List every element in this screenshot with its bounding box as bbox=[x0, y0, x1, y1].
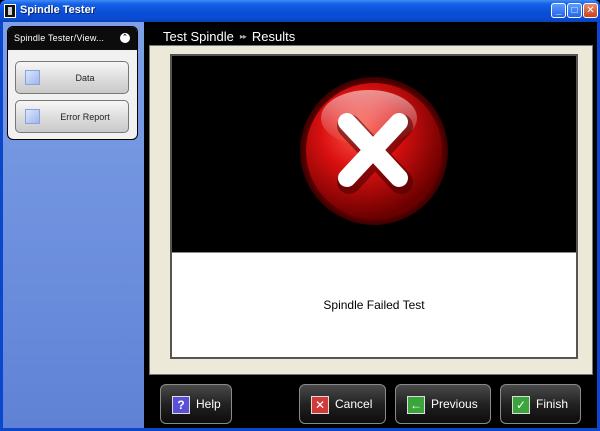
result-status-text: Spindle Failed Test bbox=[172, 252, 576, 357]
error-report-icon bbox=[25, 109, 40, 124]
result-box: Spindle Failed Test bbox=[170, 54, 578, 359]
cancel-button[interactable]: ✕ Cancel bbox=[299, 384, 386, 424]
finish-button[interactable]: ✓ Finish bbox=[500, 384, 581, 424]
maximize-button[interactable]: □ bbox=[567, 3, 582, 18]
window-title: Spindle Tester bbox=[20, 4, 95, 16]
sidebar-item-error-report[interactable]: Error Report bbox=[15, 100, 129, 133]
breadcrumb: Test Spindle ▸▸ Results bbox=[163, 26, 295, 46]
result-image bbox=[172, 56, 576, 252]
sidebar: Spindle Tester/View... ⌃ Data Error Repo… bbox=[3, 22, 144, 428]
cancel-icon: ✕ bbox=[311, 396, 329, 414]
sidebar-item-data[interactable]: Data bbox=[15, 61, 129, 94]
window-frame: Spindle Tester/View... ⌃ Data Error Repo… bbox=[0, 22, 600, 431]
breadcrumb-separator-icon: ▸▸ bbox=[239, 31, 247, 41]
nav-panel-title: Spindle Tester/View... bbox=[14, 33, 105, 43]
breadcrumb-item-test-spindle: Test Spindle bbox=[163, 28, 234, 44]
data-icon bbox=[25, 70, 40, 85]
help-icon: ? bbox=[172, 396, 190, 414]
close-button[interactable]: ✕ bbox=[583, 3, 598, 18]
title-bar: Spindle Tester _ □ ✕ bbox=[0, 0, 600, 22]
app-icon bbox=[4, 4, 16, 18]
nav-panel: Spindle Tester/View... ⌃ Data Error Repo… bbox=[7, 26, 138, 140]
content-panel: Spindle Failed Test bbox=[149, 45, 593, 375]
cancel-label: Cancel bbox=[335, 397, 373, 411]
previous-button[interactable]: ← Previous bbox=[395, 384, 491, 424]
collapse-icon[interactable]: ⌃ bbox=[120, 33, 130, 43]
checkmark-icon: ✓ bbox=[512, 396, 530, 414]
breadcrumb-item-results: Results bbox=[251, 28, 296, 44]
window-client: Spindle Tester/View... ⌃ Data Error Repo… bbox=[3, 22, 597, 428]
finish-label: Finish bbox=[536, 397, 569, 411]
minimize-button[interactable]: _ bbox=[551, 3, 566, 18]
previous-label: Previous bbox=[431, 397, 478, 411]
sidebar-item-label: Data bbox=[75, 73, 95, 83]
sidebar-item-label: Error Report bbox=[60, 112, 110, 122]
help-button[interactable]: ? Help bbox=[160, 384, 232, 424]
fail-x-icon bbox=[300, 77, 448, 225]
arrow-left-icon: ← bbox=[407, 396, 425, 414]
help-label: Help bbox=[196, 397, 221, 411]
nav-panel-header[interactable]: Spindle Tester/View... ⌃ bbox=[8, 27, 137, 50]
